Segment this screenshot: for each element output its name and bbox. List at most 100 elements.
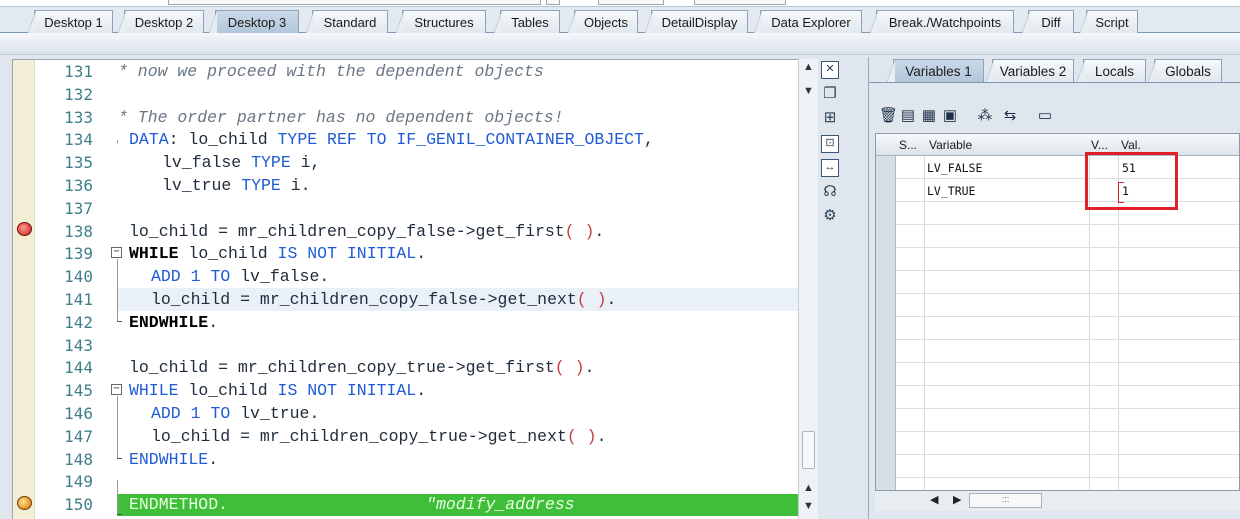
settings-icon[interactable]: ⚙ — [821, 207, 839, 225]
table-row[interactable] — [896, 340, 1239, 363]
tab-tables[interactable]: Tables — [494, 10, 560, 33]
tab-variables-2[interactable]: Variables 2 — [986, 59, 1074, 82]
tab-detail-display[interactable]: DetailDisplay — [645, 10, 748, 33]
variables-horizontal-scrollbar[interactable]: ◀ ▶ ::: — [875, 491, 1240, 511]
column-header-value[interactable]: Val. — [1121, 138, 1141, 152]
tab-break-watchpoints[interactable]: Break./Watchpoints — [870, 10, 1014, 33]
tab-variables-1[interactable]: Variables 1 — [887, 59, 984, 82]
code-line[interactable]: 142 ENDWHILE. — [13, 311, 803, 334]
scroll-up-icon[interactable]: ▲ — [803, 61, 814, 73]
tab-data-explorer[interactable]: Data Explorer — [754, 10, 862, 33]
tab-objects[interactable]: Objects — [568, 10, 638, 33]
line-number: 141 — [64, 290, 93, 309]
fold-toggle-while-2[interactable]: − — [111, 384, 122, 395]
swap-icon[interactable]: ↔ — [821, 159, 839, 177]
code-line[interactable]: 131 * now we proceed with the dependent o… — [13, 60, 803, 83]
details-icon[interactable]: ▤ — [899, 107, 917, 125]
table-row[interactable] — [896, 225, 1239, 248]
table-row[interactable] — [896, 432, 1239, 455]
code-line[interactable]: 141 lo_child = mr_children_copy_false->ge… — [13, 288, 803, 311]
code-text: ADD 1 TO lv_true. — [151, 404, 320, 423]
fold-toggle-while-1[interactable]: − — [111, 247, 122, 258]
table-row[interactable] — [896, 294, 1239, 317]
table-row[interactable] — [896, 409, 1239, 432]
code-line[interactable]: 148 ENDWHILE. — [13, 448, 803, 471]
variable-name-cell[interactable]: LV_TRUE — [927, 184, 975, 198]
source-code-editor[interactable]: 131 * now we proceed with the dependent o… — [12, 59, 818, 519]
table-row[interactable] — [896, 271, 1239, 294]
folder-icon[interactable]: ▭ — [1036, 107, 1054, 125]
code-line[interactable]: 146 ADD 1 TO lv_true. — [13, 402, 803, 425]
code-line[interactable]: 145 WHILE lo_child IS NOT INITIAL. — [13, 379, 803, 402]
tab-structures[interactable]: Structures — [396, 10, 486, 33]
code-line[interactable]: 147 lo_child = mr_children_copy_true->get… — [13, 425, 803, 448]
tab-globals[interactable]: Globals — [1148, 59, 1222, 82]
code-line[interactable]: 134 DATA: lo_child TYPE REF TO IF_GENIL_C… — [13, 128, 803, 151]
line-number: 150 — [64, 495, 93, 515]
editor-vertical-scrollbar[interactable]: ▲ ▼ ▲ ▼ — [798, 59, 818, 519]
table-row[interactable] — [896, 317, 1239, 340]
code-line[interactable]: 139 WHILE lo_child IS NOT INITIAL. — [13, 242, 803, 265]
table-row[interactable] — [896, 386, 1239, 409]
tab-standard[interactable]: Standard — [306, 10, 388, 33]
row-selector-column[interactable] — [876, 156, 896, 490]
table-row[interactable]: LV_FALSE 51 — [896, 156, 1239, 179]
variable-name-cell[interactable]: LV_FALSE — [927, 161, 982, 175]
line-number: 148 — [64, 449, 93, 469]
line-number: 138 — [64, 221, 93, 241]
new-tool-icon[interactable]: ❐ — [821, 85, 839, 103]
scroll-thumb[interactable]: ::: — [969, 493, 1042, 508]
code-line[interactable]: 138 lo_child = mr_children_copy_false->ge… — [13, 220, 803, 243]
maximize-icon[interactable]: ⊡ — [821, 135, 839, 153]
column-header-v[interactable]: V... — [1091, 138, 1108, 152]
line-number: 147 — [64, 426, 93, 446]
fold-end — [117, 514, 122, 515]
code-line[interactable]: 132 — [13, 83, 803, 106]
code-line[interactable]: 144 lo_child = mr_children_copy_true->get… — [13, 356, 803, 379]
table-row[interactable] — [896, 202, 1239, 225]
column-header-variable[interactable]: Variable — [929, 138, 972, 152]
tab-script[interactable]: Script — [1080, 10, 1138, 33]
table-row[interactable] — [896, 455, 1239, 478]
code-line[interactable]: 137 — [13, 197, 803, 220]
current-statement-icon[interactable] — [17, 496, 32, 510]
breakpoint-icon[interactable] — [17, 222, 32, 236]
tab-desktop-3[interactable]: Desktop 3 — [209, 10, 299, 33]
line-number: 146 — [64, 404, 93, 423]
scroll-down-icon[interactable]: ▼ — [803, 85, 814, 97]
code-line[interactable]: 135 lv_false TYPE i, — [13, 151, 803, 174]
code-line[interactable]: 140 ADD 1 TO lv_false. — [13, 265, 803, 288]
close-tool-icon[interactable]: ✕ — [821, 61, 839, 79]
scroll-down-icon[interactable]: ▼ — [803, 500, 814, 512]
delete-icon[interactable]: 🗑 — [879, 107, 898, 125]
save-icon[interactable]: ▣ — [941, 107, 959, 125]
hierarchy-icon[interactable]: ⊞ — [821, 109, 839, 127]
scroll-left-icon[interactable]: ◀ — [930, 493, 938, 506]
line-number: 140 — [64, 267, 93, 287]
tab-desktop-2[interactable]: Desktop 2 — [118, 10, 204, 33]
fold-guide — [117, 396, 118, 458]
table-row[interactable]: LV_TRUE 1 — [896, 179, 1239, 202]
code-line[interactable]: 133 * The order partner has no dependent … — [13, 106, 803, 129]
tab-diff[interactable]: Diff — [1022, 10, 1074, 33]
list-icon[interactable]: ▦ — [920, 107, 938, 125]
tab-desktop-1[interactable]: Desktop 1 — [28, 10, 113, 33]
code-text: ADD 1 TO lv_false. — [151, 267, 330, 287]
column-header-s[interactable]: S... — [899, 138, 917, 152]
tree-icon[interactable]: ⁂ — [976, 107, 994, 125]
main-tab-bar: Desktop 1 Desktop 2 Desktop 3 Standard S… — [0, 7, 1240, 33]
line-number: 134 — [64, 130, 93, 150]
code-line[interactable]: 143 — [13, 334, 803, 357]
code-line[interactable]: 136 lv_true TYPE i. — [13, 174, 803, 197]
code-text: lo_child = mr_children_copy_true->get_ne… — [151, 426, 607, 446]
tab-locals[interactable]: Locals — [1077, 59, 1146, 82]
services-icon[interactable]: ☊ — [821, 183, 839, 201]
scroll-thumb[interactable] — [802, 431, 815, 469]
code-line[interactable]: 150 ENDMETHOD. "modify_address — [13, 493, 803, 517]
table-row[interactable] — [896, 363, 1239, 386]
code-line[interactable]: 149 — [13, 470, 803, 493]
scroll-right-icon[interactable]: ▶ — [953, 493, 961, 506]
table-row[interactable] — [896, 248, 1239, 271]
transfer-icon[interactable]: ⇆ — [1001, 107, 1019, 125]
scroll-up-icon[interactable]: ▲ — [803, 482, 814, 494]
